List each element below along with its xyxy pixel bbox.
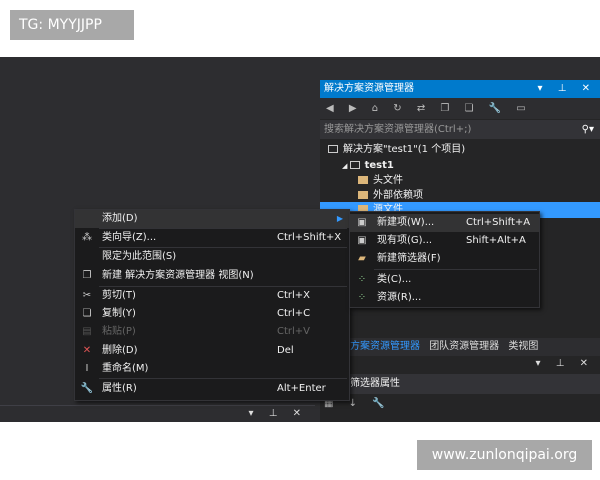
tree-item[interactable]: ◢ test1 <box>320 158 600 174</box>
menu-separator <box>374 269 537 270</box>
menu-item[interactable]: 限定为此范围(S) <box>75 248 349 266</box>
menu-separator <box>99 228 347 229</box>
menu-item-shortcut: Ctrl+C <box>277 308 311 319</box>
menu-item[interactable]: ⁘ 类(C)... <box>350 271 539 289</box>
folder-icon <box>358 191 368 199</box>
watermark: www.zunlonqipai.org <box>417 440 592 470</box>
bottom-panel-title-bar: ▾ ⊥ ✕ <box>0 405 315 422</box>
tree-item[interactable]: 解决方案"test1"(1 个项目) <box>320 142 600 158</box>
properties-window-controls-icon[interactable]: ▾ ⊥ ✕ <box>536 358 594 369</box>
add-submenu: ▣ 新建项(W)... Ctrl+Shift+A ▣ 现有项(G)... Shift+Al… <box>349 211 540 308</box>
menu-item-label: 资源(R)... <box>377 292 422 303</box>
panel-title: 解决方案资源管理器 <box>324 83 414 94</box>
cut-icon: ✂ <box>82 290 92 301</box>
menu-item[interactable]: ⁂ 类向导(Z)... Ctrl+Shift+X <box>75 229 349 247</box>
delete-icon: ✕ <box>82 345 92 356</box>
menu-item[interactable]: ▣ 新建项(W)... Ctrl+Shift+A <box>350 214 539 232</box>
menu-item[interactable]: ▣ 现有项(G)... Shift+Alt+A <box>350 232 539 250</box>
menu-item-label: 类(C)... <box>377 274 412 285</box>
menu-item[interactable]: 🔧 属性(R) Alt+Enter <box>75 380 349 398</box>
menu-item[interactable]: ✕ 删除(D) Del <box>75 342 349 360</box>
menu-item-label: 添加(D) <box>102 213 138 224</box>
menu-item-label: 复制(Y) <box>102 308 136 319</box>
menu-item[interactable]: ❐ 新建 解决方案资源管理器 视图(N) <box>75 267 349 285</box>
menu-separator <box>99 378 347 379</box>
solution-icon <box>328 145 338 153</box>
overlay-tag: TG: MYYJJPP <box>10 10 134 40</box>
menu-separator <box>99 247 347 248</box>
toolbar-icons[interactable]: ◀ ▶ ⌂ ↻ ⇄ ❐ ❏ 🔧 ▭ <box>320 98 600 119</box>
panel-title-bar[interactable]: 解决方案资源管理器 ▾ ⊥ ✕ <box>320 80 600 98</box>
new-view-icon: ❐ <box>82 270 92 281</box>
paste-icon: ▤ <box>82 326 92 337</box>
menu-item-label: 剪切(T) <box>102 290 136 301</box>
rename-icon: Ⅰ <box>85 363 89 374</box>
tab-team-explorer[interactable]: 团队资源管理器 <box>429 341 499 352</box>
menu-item[interactable]: ✂ 剪切(T) Ctrl+X <box>75 287 349 305</box>
properties-panel: ▾ ⊥ ✕ 筛选器属性 ▦ ↓ 🔧 <box>320 356 600 422</box>
menu-item[interactable]: Ⅰ 重命名(M) <box>75 360 349 378</box>
menu-item-label: 粘贴(P) <box>102 326 136 337</box>
menu-item-label: 新建项(W)... <box>377 217 435 228</box>
tree-item-label: test1 <box>364 160 394 171</box>
tab-class-view[interactable]: 类视图 <box>508 341 538 352</box>
search-icon[interactable]: ⚲▾ <box>582 120 594 139</box>
properties-header[interactable]: 筛选器属性 <box>320 374 600 394</box>
menu-item[interactable]: 添加(D) ▶ <box>75 210 349 228</box>
project-icon <box>349 161 360 169</box>
menu-item[interactable]: ⁘ 资源(R)... <box>350 289 539 307</box>
menu-item[interactable]: ❏ 复制(Y) Ctrl+C <box>75 305 349 323</box>
new-filter-icon: ▰ <box>358 253 366 264</box>
menu-item-label: 新建 解决方案资源管理器 视图(N) <box>102 270 254 281</box>
menu-item[interactable]: ▤ 粘贴(P) Ctrl+V <box>75 323 349 341</box>
wrench-icon: 🔧 <box>80 383 94 394</box>
tab-strip: 方案资源管理器 团队资源管理器 类视图 <box>350 338 600 355</box>
class-wizard-icon: ⁂ <box>82 232 92 243</box>
menu-item-shortcut: Alt+Enter <box>277 383 326 394</box>
search-input[interactable]: 搜索解决方案资源管理器(Ctrl+;) <box>320 120 600 139</box>
class-icon: ⁘ <box>357 274 367 285</box>
tree-item[interactable]: 头文件 <box>320 173 600 189</box>
menu-item-label: 删除(D) <box>102 345 138 356</box>
menu-item-shortcut: Ctrl+X <box>277 290 311 301</box>
tree-item-label: 解决方案"test1"(1 个项目) <box>343 144 466 155</box>
menu-separator <box>99 286 347 287</box>
menu-item-label: 限定为此范围(S) <box>102 251 177 262</box>
panel-window-controls-icon[interactable]: ▾ ⊥ ✕ <box>538 80 596 98</box>
menu-item-label: 新建筛选器(F) <box>377 253 441 264</box>
menu-item-label: 现有项(G)... <box>377 235 433 246</box>
menu-item-shortcut: Del <box>277 345 294 356</box>
new-item-icon: ▣ <box>357 217 367 228</box>
resource-icon: ⁘ <box>357 292 367 303</box>
folder-icon <box>358 176 368 184</box>
menu-item-label: 属性(R) <box>102 383 137 394</box>
tab-solution-explorer[interactable]: 方案资源管理器 <box>350 341 420 352</box>
menu-item-shortcut: Ctrl+Shift+X <box>277 232 342 243</box>
menu-item-shortcut: Ctrl+Shift+A <box>466 217 531 228</box>
menu-item[interactable]: ▰ 新建筛选器(F) <box>350 250 539 268</box>
existing-item-icon: ▣ <box>357 235 367 246</box>
context-menu: 添加(D) ▶ ⁂ 类向导(Z)... Ctrl+Shift+X 限定为此范围(S) ❐ 新建… <box>74 209 350 401</box>
menu-item-shortcut: Ctrl+V <box>277 326 311 337</box>
tree-item-label: 外部依赖项 <box>373 190 423 201</box>
menu-item-label: 类向导(Z)... <box>102 232 157 243</box>
submenu-arrow-icon: ▶ <box>336 214 343 223</box>
bottom-window-controls-icon[interactable]: ▾ ⊥ ✕ <box>249 408 307 419</box>
tree-item-label: 头文件 <box>373 175 403 186</box>
menu-item-shortcut: Shift+Alt+A <box>466 235 526 246</box>
menu-item-label: 重命名(M) <box>102 363 149 374</box>
expand-arrow-icon[interactable]: ◢ <box>342 162 350 170</box>
copy-icon: ❏ <box>82 308 92 319</box>
